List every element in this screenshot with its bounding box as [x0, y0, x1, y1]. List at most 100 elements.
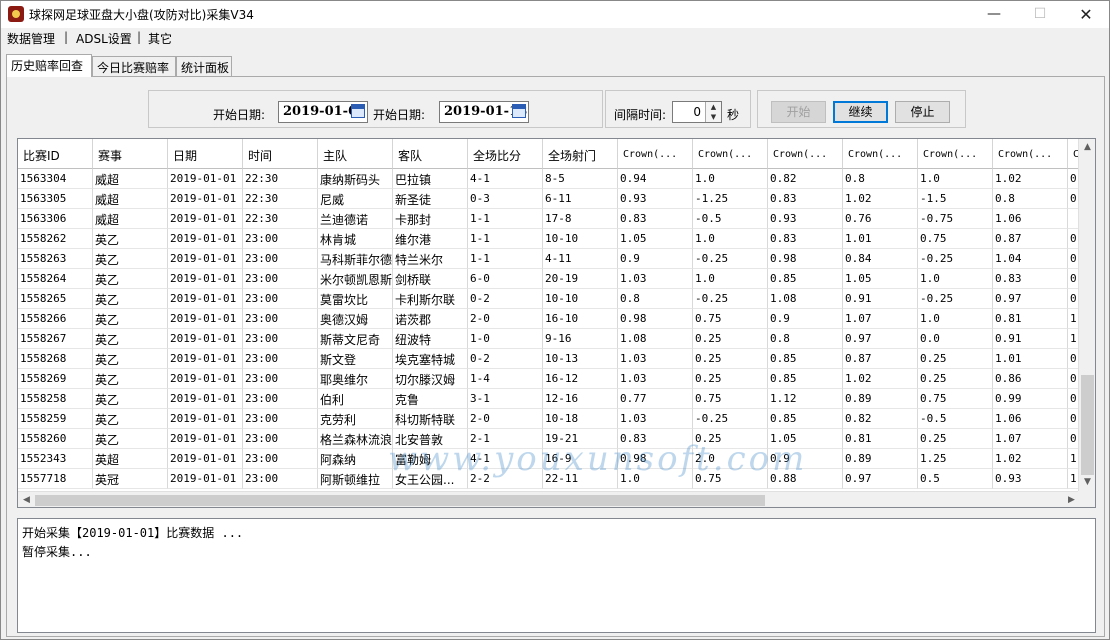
table-row[interactable]: 1558265 英乙 2019-01-01 23:00 莫雷坎比 卡利斯尔联 0-2 10-1…: [18, 289, 1080, 309]
table-cell: 4-11: [543, 249, 618, 269]
maximize-button[interactable]: ☐: [1017, 1, 1063, 28]
table-cell: 新圣徒: [393, 189, 468, 209]
spinner-arrows-icon[interactable]: ▲ ▼: [705, 102, 721, 122]
table-cell: 0.25: [693, 429, 768, 449]
table-row[interactable]: 1558268 英乙 2019-01-01 23:00 斯文登 埃克塞特城 0-2 10-13…: [18, 349, 1080, 369]
interval-spinner[interactable]: 0 ▲ ▼: [672, 101, 722, 123]
menu-adsl-settings[interactable]: ADSL设置: [76, 30, 132, 47]
table-row[interactable]: 1563305 威超 2019-01-01 22:30 尼威 新圣徒 0-3 6-11 0.93…: [18, 189, 1080, 209]
table-cell: 12-16: [543, 389, 618, 409]
table-cell: 0-2: [468, 289, 543, 309]
table-cell: 2019-01-01: [168, 289, 243, 309]
table-cell: 1.02: [843, 369, 918, 389]
calendar-icon[interactable]: [512, 104, 526, 118]
stop-button[interactable]: 停止: [895, 101, 950, 123]
minimize-button[interactable]: —: [971, 1, 1017, 28]
table-cell: 1.0: [693, 269, 768, 289]
column-header[interactable]: Crown(...: [843, 139, 918, 169]
table-cell: 8-5: [543, 169, 618, 189]
column-header[interactable]: 日期: [168, 139, 243, 169]
table-cell: 10-13: [543, 349, 618, 369]
column-header[interactable]: Crown(...: [768, 139, 843, 169]
table-row[interactable]: 1563304 威超 2019-01-01 22:30 康纳斯码头 巴拉镇 4-1 8-5 0.…: [18, 169, 1080, 189]
match-odds-grid[interactable]: 比赛ID 赛事 日期 时间 主队 客队 全场比分 全场射门 Crown(... Crown(...…: [17, 138, 1096, 508]
table-cell: 0.97: [993, 289, 1068, 309]
table-row[interactable]: 1552343 英超 2019-01-01 23:00 阿森纳 富勒姆 4-1 16-9 0.9…: [18, 449, 1080, 469]
vertical-scrollbar[interactable]: ▲ ▼: [1078, 139, 1095, 491]
table-row[interactable]: 1558269 英乙 2019-01-01 23:00 耶奥维尔 切尔滕汉姆 1-4 16-1…: [18, 369, 1080, 389]
table-row[interactable]: 1558258 英乙 2019-01-01 23:00 伯利 克鲁 3-1 12-16 0.77…: [18, 389, 1080, 409]
table-cell: 英乙: [93, 349, 168, 369]
column-header[interactable]: Crown(...: [918, 139, 993, 169]
table-cell: 1.12: [768, 389, 843, 409]
table-row[interactable]: 1558262 英乙 2019-01-01 23:00 林肯城 维尔港 1-1 10-10 1.…: [18, 229, 1080, 249]
column-header[interactable]: 比赛ID: [18, 139, 93, 169]
table-row[interactable]: 1558264 英乙 2019-01-01 23:00 米尔顿凯恩斯 剑桥联 6-0 20-1…: [18, 269, 1080, 289]
calendar-icon[interactable]: [351, 104, 365, 118]
table-cell: 10-18: [543, 409, 618, 429]
horizontal-scrollbar[interactable]: ◀ ▶: [18, 491, 1080, 507]
table-cell: 0.83: [618, 209, 693, 229]
table-cell: 切尔滕汉姆: [393, 369, 468, 389]
column-header[interactable]: 赛事: [93, 139, 168, 169]
close-button[interactable]: ✕: [1063, 1, 1109, 28]
table-cell: 维尔港: [393, 229, 468, 249]
table-row[interactable]: 1563306 威超 2019-01-01 22:30 兰迪德诺 卡那封 1-1 17-8 0.…: [18, 209, 1080, 229]
table-cell: 1.0: [693, 229, 768, 249]
menu-data-management[interactable]: 数据管理: [7, 30, 55, 47]
table-cell: 0.75: [918, 389, 993, 409]
tab-statistics[interactable]: 统计面板: [176, 56, 232, 76]
table-cell: 0.87: [993, 229, 1068, 249]
horizontal-scroll-thumb[interactable]: [35, 495, 765, 506]
table-row[interactable]: 1558267 英乙 2019-01-01 23:00 斯蒂文尼奇 纽波特 1-0 9-16 1…: [18, 329, 1080, 349]
main-window: 球探网足球亚盘大小盘(攻防对比)采集V34 — ☐ ✕ 数据管理 | ADSL设…: [0, 0, 1110, 640]
table-cell: 0.82: [768, 169, 843, 189]
continue-button[interactable]: 继续: [833, 101, 888, 123]
column-header[interactable]: 主队: [318, 139, 393, 169]
table-cell: 1.03: [618, 409, 693, 429]
scroll-up-icon[interactable]: ▲: [1079, 139, 1095, 156]
table-row[interactable]: 1557718 英冠 2019-01-01 23:00 阿斯顿维拉 女王公园... 2-2 2…: [18, 469, 1080, 489]
log-output[interactable]: 开始采集【2019-01-01】比赛数据 ... 暂停采集...: [17, 518, 1096, 633]
table-cell: 19-21: [543, 429, 618, 449]
table-cell: 22:30: [243, 209, 318, 229]
table-cell: 1.06: [993, 209, 1068, 229]
table-cell: 英乙: [93, 369, 168, 389]
table-cell: 1558262: [18, 229, 93, 249]
column-header[interactable]: 全场比分: [468, 139, 543, 169]
table-cell: 0.98: [768, 249, 843, 269]
vertical-scroll-thumb[interactable]: [1081, 375, 1094, 475]
table-cell: 1558263: [18, 249, 93, 269]
column-header[interactable]: Crown(...: [618, 139, 693, 169]
column-header[interactable]: 客队: [393, 139, 468, 169]
menu-other[interactable]: 其它: [148, 30, 172, 47]
table-cell: 0.75: [693, 469, 768, 489]
table-cell: 2019-01-01: [168, 209, 243, 229]
scroll-left-icon[interactable]: ◀: [18, 492, 35, 507]
table-cell: 卡那封: [393, 209, 468, 229]
table-cell: 1.01: [993, 349, 1068, 369]
table-row[interactable]: 1558263 英乙 2019-01-01 23:00 马科斯菲尔德 特兰米尔 1-1 4-1…: [18, 249, 1080, 269]
column-header[interactable]: 时间: [243, 139, 318, 169]
table-cell: 1.03: [618, 369, 693, 389]
table-cell: 23:00: [243, 269, 318, 289]
tab-history-odds[interactable]: 历史赔率回查: [6, 54, 92, 77]
scroll-down-icon[interactable]: ▼: [1079, 474, 1095, 491]
table-cell: 0.77: [618, 389, 693, 409]
table-row[interactable]: 1558259 英乙 2019-01-01 23:00 克劳利 科切斯特联 2-0 10-18…: [18, 409, 1080, 429]
table-cell: 1558266: [18, 309, 93, 329]
table-cell: 斯文登: [318, 349, 393, 369]
table-row[interactable]: 1558260 英乙 2019-01-01 23:00 格兰森林流浪 北安普敦 2-1 19-…: [18, 429, 1080, 449]
grid-body: 1563304 威超 2019-01-01 22:30 康纳斯码头 巴拉镇 4-1 8-5 0.…: [18, 169, 1080, 491]
column-header[interactable]: Crown(...: [993, 139, 1068, 169]
table-cell: 1.02: [843, 189, 918, 209]
column-header[interactable]: 全场射门: [543, 139, 618, 169]
end-date-picker[interactable]: 2019-01-18: [439, 101, 529, 123]
tab-today-odds[interactable]: 今日比赛赔率: [92, 56, 176, 76]
table-cell: 16-9: [543, 449, 618, 469]
table-row[interactable]: 1558266 英乙 2019-01-01 23:00 奥德汉姆 诺茨郡 2-0 16-10 0…: [18, 309, 1080, 329]
start-button[interactable]: 开始: [771, 101, 826, 123]
table-cell: 1.06: [993, 409, 1068, 429]
start-date-picker[interactable]: 2019-01-01: [278, 101, 368, 123]
column-header[interactable]: Crown(...: [693, 139, 768, 169]
